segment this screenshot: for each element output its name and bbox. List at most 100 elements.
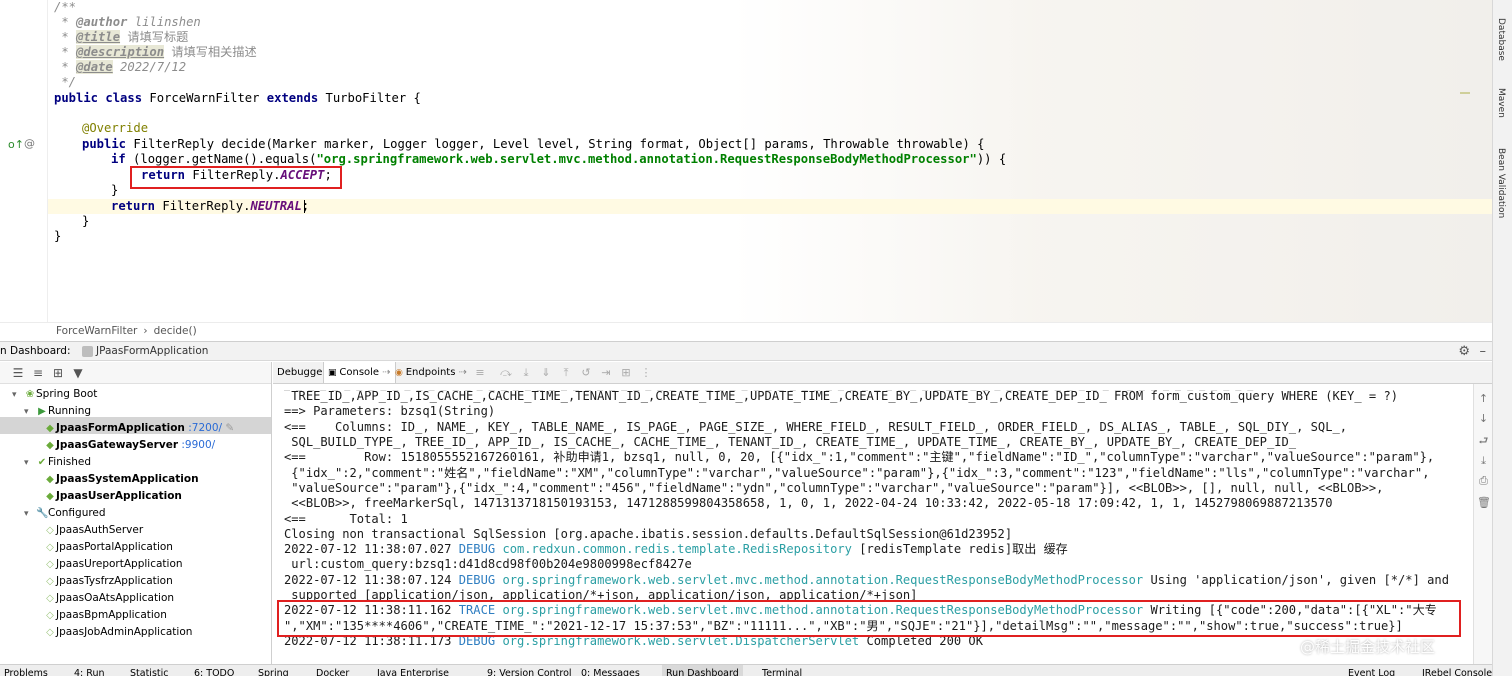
scroll-down-icon[interactable]: ↓ — [1477, 412, 1490, 425]
layout-icon[interactable]: ≡ — [473, 366, 487, 380]
step-out-icon[interactable]: ⤒ — [559, 366, 573, 380]
minimize-icon[interactable]: – — [1480, 342, 1487, 361]
tree-node-finished-app[interactable]: ◆ JpaasSystemApplication — [44, 471, 198, 488]
run-dashboard-header: n Dashboard: JPaasFormApplication ⚙ – — [0, 341, 1492, 361]
tree-node-configured[interactable]: ▾ 🔧Configured — [24, 505, 106, 522]
database-tool-tab[interactable]: Database — [1496, 18, 1506, 61]
code-line-6: */ — [54, 75, 77, 89]
tool-tab-terminal[interactable]: Terminal — [762, 665, 802, 676]
spring-app-icon: ◇ — [46, 542, 54, 553]
tool-tab-event-log[interactable]: Event Log — [1348, 665, 1395, 676]
drop-frame-icon[interactable]: ↺ — [579, 366, 593, 380]
tab-debugger[interactable]: Debugger — [273, 362, 331, 383]
code-line-1: /** — [54, 0, 77, 14]
trash-icon[interactable]: 🗑 — [1477, 496, 1491, 509]
dashboard-tab-jpaas-form[interactable]: JPaasFormApplication — [78, 343, 214, 360]
force-step-into-icon[interactable]: ⇓ — [539, 366, 553, 380]
console-line: "valueSource":"param"},{"idx_":4,"commen… — [284, 481, 1384, 495]
console-line: {"idx_":2,"comment":"姓名","fieldName":"XM… — [284, 466, 1430, 480]
services-toolbar: ☰ ≡ ⊞ ▼ — [0, 362, 271, 384]
tool-tab-spring[interactable]: Spring — [258, 665, 289, 676]
tool-tab-statistic[interactable]: Statistic — [130, 665, 168, 676]
console-output[interactable]: _ _ _ _ _ _ _ _ _ _ _ _ _ _ _ _ _ _ _ _ … — [273, 384, 1473, 664]
print-icon[interactable]: ⎙ — [1477, 474, 1490, 487]
bean-validation-tool-tab[interactable]: Bean Validation — [1496, 148, 1506, 218]
spring-app-icon: ◆ — [46, 491, 54, 502]
scroll-marker — [1460, 92, 1470, 94]
soft-wrap-icon[interactable]: ⮐ — [1477, 434, 1490, 447]
collapse-all-icon[interactable]: ≡ — [30, 365, 46, 381]
code-line-13: } — [111, 183, 119, 197]
tool-tab-jrebel-console[interactable]: JRebel Console — [1422, 665, 1492, 676]
pin-icon: ⇢ — [382, 367, 391, 378]
code-line-10: public FilterReply decide(Marker marker,… — [82, 137, 985, 151]
scroll-to-end-icon[interactable]: ⤓ — [1477, 454, 1490, 467]
breadcrumb-class[interactable]: ForceWarnFilter — [56, 325, 137, 337]
chevron-down-icon: ▾ — [12, 390, 17, 400]
tool-tab-docker[interactable]: Docker — [316, 665, 349, 676]
tree-node-configured-app[interactable]: ◇ JpaasJobAdminApplication — [44, 624, 192, 641]
console-line: url:custom_query:bzsq1:d41d8cd98f00b204e… — [284, 557, 692, 571]
console-line: SQL_BUILD_TYPE_, TREE_ID_, APP_ID_, IS_C… — [284, 435, 1297, 449]
tree-node-configured-app[interactable]: ◇ JpaasUreportApplication — [44, 556, 182, 573]
javadoc-author-tag: @author — [76, 15, 128, 29]
pin-icon: ⇢ — [458, 367, 468, 378]
tool-tab-java-enterprise[interactable]: Java Enterprise — [377, 665, 449, 676]
console-line: ==> Parameters: bzsq1(String) — [284, 404, 496, 418]
group-icon[interactable]: ⊞ — [50, 365, 66, 381]
edit-icon[interactable]: ✎ — [225, 422, 234, 434]
gear-icon[interactable]: ⚙ — [1458, 342, 1470, 361]
tree-node-configured-app[interactable]: ◇ JpaasAuthServer — [44, 522, 143, 539]
annotation-at-icon[interactable]: @ — [24, 137, 35, 150]
run-icon: ▶ — [38, 406, 46, 417]
step-over-icon[interactable]: ⤼ — [499, 366, 513, 380]
tree-node-finished-app[interactable]: ◆ JpaasUserApplication — [44, 488, 182, 505]
console-line: Closing non transactional SqlSession [or… — [284, 527, 1013, 541]
tool-tab-problems[interactable]: Problems — [4, 665, 48, 676]
maven-tool-tab[interactable]: Maven — [1496, 88, 1506, 118]
tree-node-running-app[interactable]: ◆ JpaasFormApplication :7200/ ✎ — [44, 420, 234, 437]
tree-node-spring-boot[interactable]: ▾ ❀ Spring Boot — [12, 386, 97, 403]
tree-node-configured-app[interactable]: ◇ JpaasOaAtsApplication — [44, 590, 174, 607]
tree-node-finished[interactable]: ▾ ✔ Finished — [24, 454, 91, 471]
trace-icon[interactable]: ⋮ — [639, 366, 653, 380]
spring-leaf-icon: ❀ — [25, 389, 35, 400]
breadcrumb-method[interactable]: decide() — [154, 325, 197, 337]
tree-node-configured-app[interactable]: ◇ JpaasPortalApplication — [44, 539, 173, 556]
services-tree-panel: ☰ ≡ ⊞ ▼ ▾ ❀ Spring Boot ▾ ▶ Running ◆ JpaasFo… — [0, 362, 272, 664]
evaluate-icon[interactable]: ⊞ — [619, 366, 633, 380]
spring-app-icon: ◇ — [46, 525, 54, 536]
tree-node-running-app[interactable]: ◆ JpaasGatewayServer :9900/ — [44, 437, 215, 454]
chevron-down-icon: ▾ — [24, 458, 29, 468]
tab-console[interactable]: ▣ Console ⇢ — [323, 362, 396, 383]
code-editor[interactable]: o↑ @ /** * @author lilinshen * @title 请填… — [0, 0, 1492, 322]
spring-app-icon: ◆ — [46, 423, 54, 434]
tree-node-configured-app[interactable]: ◇ JpaasTysfrzApplication — [44, 573, 173, 590]
right-tool-strip: Database Maven Bean Validation — [1492, 0, 1512, 676]
code-line-15: } — [82, 214, 90, 228]
console-line: 2022-07-12 11:38:07.124 DEBUG org.spring… — [284, 573, 1449, 587]
code-line-7: public class ForceWarnFilter extends Tur… — [54, 91, 421, 105]
tool-tab-run-dashboard[interactable]: Run Dashboard — [662, 665, 743, 676]
tool-tab-run[interactable]: 4: Run — [74, 665, 104, 676]
console-line: TREE_ID_,APP_ID_,IS_CACHE_,CACHE_TIME_,T… — [284, 389, 1399, 403]
javadoc-description-tag: @description — [76, 45, 165, 59]
bottom-tool-window-bar: Problems 4: Run Statistic 6: TODO Spring… — [0, 664, 1492, 676]
filter-icon[interactable]: ▼ — [70, 365, 86, 381]
run-to-cursor-icon[interactable]: ⇥ — [599, 366, 613, 380]
tool-tab-todo[interactable]: 6: TODO — [194, 665, 234, 676]
tree-node-running[interactable]: ▾ ▶ Running — [24, 403, 91, 420]
tool-tab-messages[interactable]: 0: Messages — [581, 665, 640, 676]
scroll-up-icon[interactable]: ↑ — [1477, 392, 1490, 405]
expand-all-icon[interactable]: ☰ — [10, 365, 26, 381]
tool-tab-version-control[interactable]: 9: Version Control — [487, 665, 572, 676]
console-line: <== Row: 1518055552167260161, 补助申请1, bzs… — [284, 450, 1435, 464]
override-method-icon[interactable]: o↑ — [8, 138, 24, 151]
tree-node-configured-app[interactable]: ◇ JpaasBpmApplication — [44, 607, 167, 624]
chevron-down-icon: ▾ — [24, 509, 29, 519]
step-into-icon[interactable]: ⤓ — [519, 366, 533, 380]
code-line-5: * @date 2022/7/12 — [54, 60, 187, 74]
tab-endpoints[interactable]: ◉ Endpoints ⇢ — [391, 362, 471, 383]
code-line-2: * @author lilinshen — [54, 15, 201, 29]
javadoc-title-tag: @title — [76, 30, 121, 44]
